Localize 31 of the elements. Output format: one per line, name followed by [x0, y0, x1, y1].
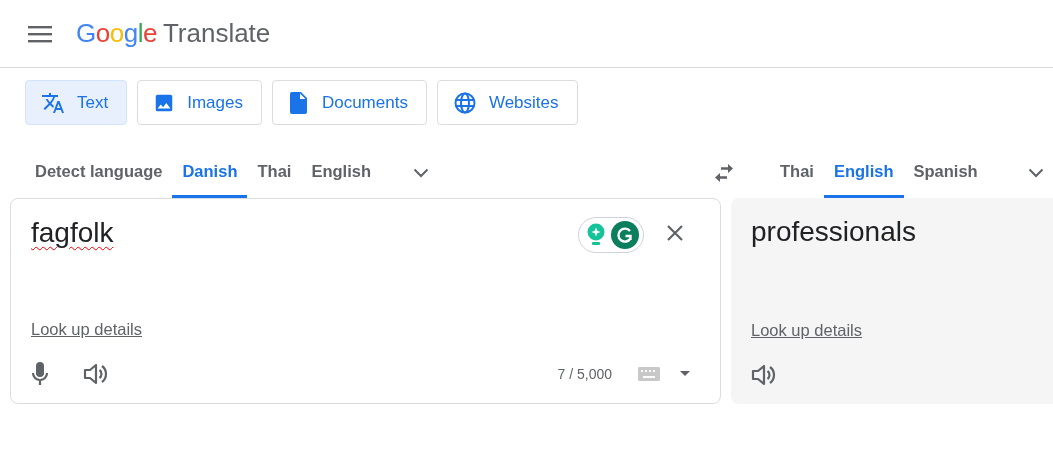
- speaker-icon[interactable]: [751, 363, 777, 387]
- logo-brand[interactable]: Google: [76, 18, 157, 49]
- source-text-input[interactable]: fagfolk: [31, 215, 114, 251]
- logo-product[interactable]: Translate: [162, 18, 271, 49]
- translated-text: professionals: [751, 215, 916, 249]
- close-icon[interactable]: [666, 224, 684, 242]
- mode-tab[interactable]: Text: [25, 80, 128, 125]
- language-tab[interactable]: Thai: [770, 147, 824, 198]
- language-tab[interactable]: Detect language: [25, 147, 173, 198]
- globe-icon: [452, 90, 477, 115]
- lightbulb-icon: [587, 223, 605, 247]
- language-tab[interactable]: Danish: [172, 147, 248, 198]
- translate-icon: [41, 90, 65, 115]
- caret-icon[interactable]: [680, 371, 690, 377]
- swap-icon[interactable]: [712, 162, 736, 183]
- chevron-down-icon[interactable]: [1027, 167, 1044, 178]
- grammarly-icon: [611, 221, 639, 249]
- look-up-details-link[interactable]: Look up details: [751, 321, 862, 340]
- menu-icon[interactable]: [28, 24, 52, 43]
- character-count: 7 / 5,000: [557, 366, 612, 382]
- look-up-details-link[interactable]: Look up details: [31, 320, 142, 339]
- speaker-icon[interactable]: [83, 362, 109, 386]
- language-tab[interactable]: Spanish: [903, 147, 988, 198]
- chevron-down-icon[interactable]: [413, 167, 429, 178]
- document-icon: [287, 90, 310, 115]
- mode-tab[interactable]: Documents: [271, 80, 427, 125]
- mode-tab[interactable]: Images: [137, 80, 262, 125]
- microphone-icon[interactable]: [31, 361, 49, 387]
- language-tab[interactable]: Thai: [247, 147, 302, 198]
- language-tab[interactable]: English: [301, 147, 381, 198]
- mode-tab[interactable]: Websites: [436, 80, 578, 125]
